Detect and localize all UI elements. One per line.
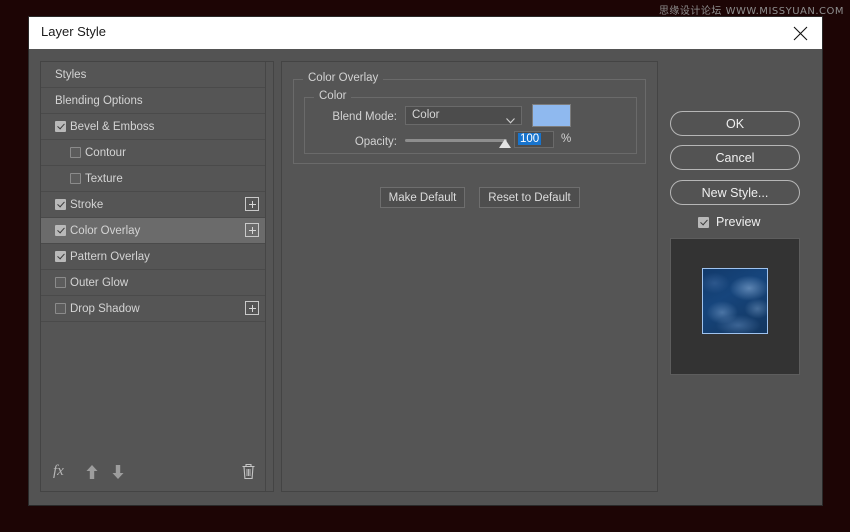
checkbox-outer-glow[interactable] [55, 277, 66, 288]
checkbox-stroke[interactable] [55, 199, 66, 210]
trash-icon[interactable] [241, 463, 256, 485]
opacity-slider-track [405, 139, 507, 142]
close-icon[interactable] [778, 17, 822, 49]
sidebar-item-styles[interactable]: Styles [41, 62, 265, 88]
site-watermark: 思缘设计论坛 WWW.MISSYUAN.COM [659, 2, 844, 17]
sidebar-item-label: Bevel & Emboss [66, 121, 154, 133]
sidebar-item-label: Texture [81, 173, 123, 185]
opacity-slider[interactable] [405, 138, 507, 142]
fx-icon[interactable]: fx [53, 463, 64, 480]
styles-list: Styles Blending Options Bevel & Emboss C… [41, 62, 265, 456]
sidebar-item-label: Outer Glow [66, 277, 128, 289]
preview-thumbnail-shape [702, 268, 768, 334]
sidebar-item-color-overlay[interactable]: Color Overlay [41, 218, 265, 244]
checkbox-pattern-overlay[interactable] [55, 251, 66, 262]
styles-sidebar: Styles Blending Options Bevel & Emboss C… [40, 61, 274, 492]
make-default-button[interactable]: Make Default [380, 187, 465, 208]
checkbox-texture[interactable] [70, 173, 81, 184]
sidebar-item-label: Color Overlay [66, 225, 140, 237]
dialog-titlebar: Layer Style [29, 17, 822, 49]
dialog-title: Layer Style [41, 24, 106, 39]
opacity-unit: % [561, 133, 571, 145]
sidebar-item-contour[interactable]: Contour [41, 140, 265, 166]
opacity-label: Opacity: [315, 136, 397, 148]
blend-mode-select[interactable]: Color [405, 106, 522, 125]
checkbox-preview[interactable] [698, 217, 709, 228]
sidebar-item-label: Contour [81, 147, 126, 159]
color-swatch[interactable] [532, 104, 571, 127]
sidebar-item-drop-shadow[interactable]: Drop Shadow [41, 296, 265, 322]
blend-mode-label: Blend Mode: [315, 111, 397, 123]
add-drop-shadow-effect-icon[interactable] [245, 301, 259, 315]
preview-thumbnail [670, 238, 800, 375]
reset-to-default-button[interactable]: Reset to Default [479, 187, 580, 208]
sidebar-divider [265, 62, 266, 491]
checkbox-color-overlay[interactable] [55, 225, 66, 236]
sidebar-item-label: Pattern Overlay [66, 251, 150, 263]
sidebar-item-outer-glow[interactable]: Outer Glow [41, 270, 265, 296]
opacity-value: 100 [518, 133, 541, 145]
sidebar-footer-toolbar: fx [41, 457, 273, 491]
sidebar-item-label: Blending Options [41, 95, 143, 107]
dialog-body: Styles Blending Options Bevel & Emboss C… [29, 49, 822, 505]
dialog-actions-panel: OK Cancel New Style... Preview [669, 61, 811, 492]
color-overlay-panel: Color Overlay Color Blend Mode: Color [281, 61, 658, 492]
add-stroke-effect-icon[interactable] [245, 197, 259, 211]
checkbox-contour[interactable] [70, 147, 81, 158]
arrow-down-icon[interactable] [111, 464, 125, 480]
arrow-up-icon[interactable] [85, 464, 99, 480]
group-title-color: Color [314, 90, 351, 102]
add-color-overlay-effect-icon[interactable] [245, 223, 259, 237]
sidebar-item-bevel-emboss[interactable]: Bevel & Emboss [41, 114, 265, 140]
checkbox-drop-shadow[interactable] [55, 303, 66, 314]
sidebar-item-stroke[interactable]: Stroke [41, 192, 265, 218]
blend-mode-value: Color [412, 109, 439, 121]
color-group: Color Blend Mode: Color Opacity: [304, 97, 637, 154]
sidebar-item-label: Stroke [66, 199, 103, 211]
sidebar-item-pattern-overlay[interactable]: Pattern Overlay [41, 244, 265, 270]
preview-label: Preview [716, 215, 760, 229]
opacity-slider-thumb[interactable] [499, 139, 511, 148]
checkbox-bevel-emboss[interactable] [55, 121, 66, 132]
sidebar-item-texture[interactable]: Texture [41, 166, 265, 192]
new-style-button[interactable]: New Style... [670, 180, 800, 205]
chevron-down-icon [506, 113, 515, 130]
cancel-button[interactable]: Cancel [670, 145, 800, 170]
preview-checkbox-row[interactable]: Preview [698, 215, 760, 229]
sidebar-item-label: Styles [41, 69, 86, 81]
opacity-input[interactable]: 100 [514, 131, 554, 148]
ok-button[interactable]: OK [670, 111, 800, 136]
group-title-color-overlay: Color Overlay [303, 72, 383, 84]
sidebar-item-blending-options[interactable]: Blending Options [41, 88, 265, 114]
sidebar-item-label: Drop Shadow [66, 303, 140, 315]
layer-style-dialog: Layer Style Styles Blending Options Beve… [29, 17, 822, 505]
color-overlay-group: Color Overlay Color Blend Mode: Color [293, 79, 646, 164]
